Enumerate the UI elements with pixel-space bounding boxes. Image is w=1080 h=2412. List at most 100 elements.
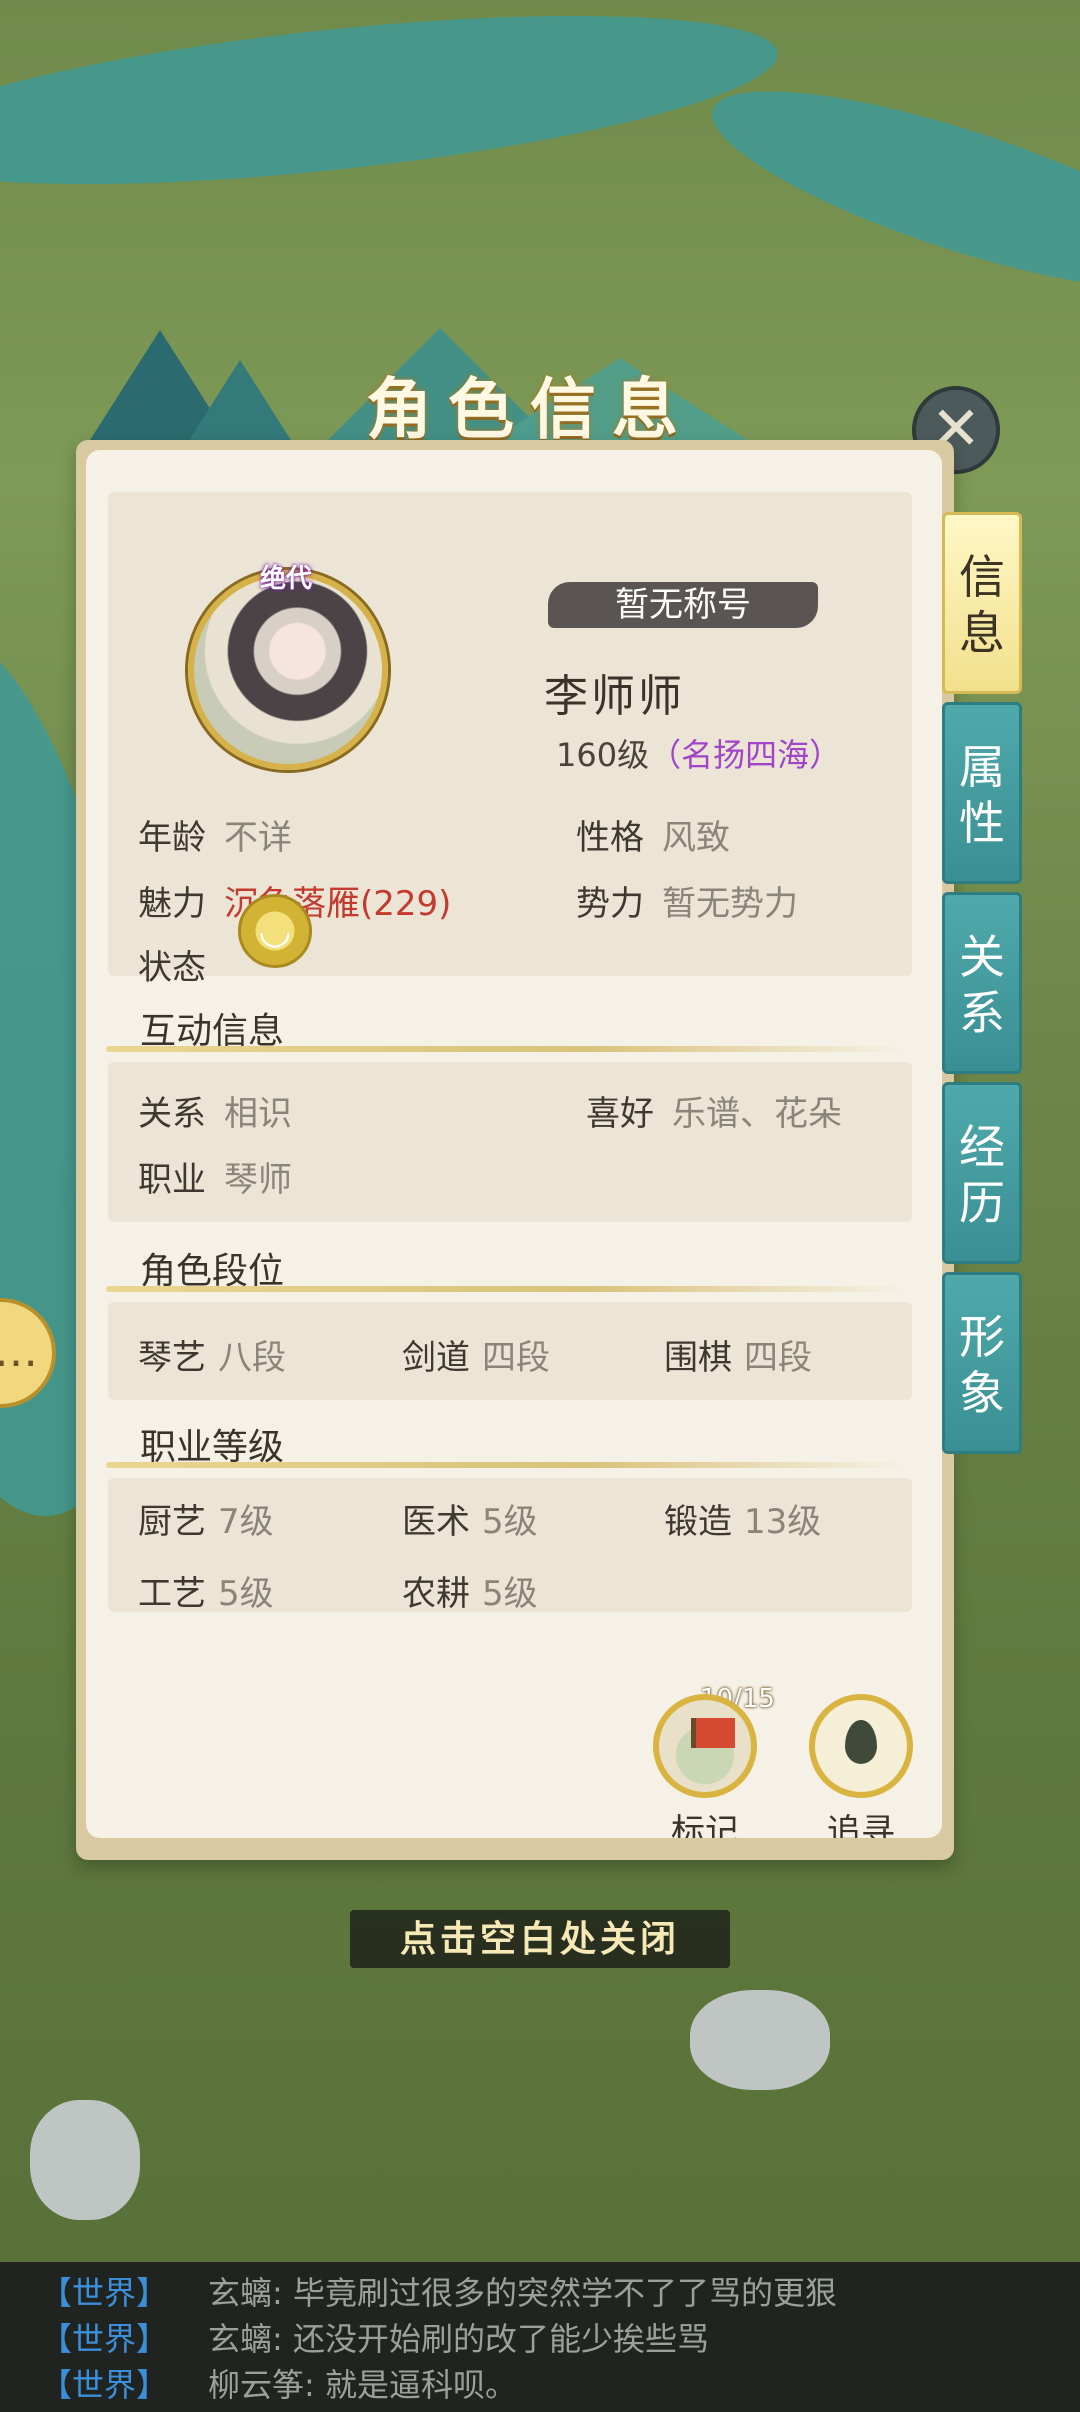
chat-message: 【世界】 玄螭: 毕竟刷过很多的突然学不了了骂的更狠 xyxy=(40,2270,1080,2316)
skills-card: 厨艺 7级 医术 5级 锻造 13级 工艺 5级 农耕 5级 xyxy=(108,1478,912,1615)
attr-age: 年龄 不详 xyxy=(138,810,292,859)
location-pin-icon xyxy=(809,1694,913,1798)
chat-message: 【世界】 柳云筝: 就是逼科呗。 xyxy=(40,2362,1080,2408)
skill-item: 锻造 13级 xyxy=(664,1494,821,1543)
rank-value: 八段 xyxy=(218,1338,286,1378)
fame-label: （名扬四海） xyxy=(649,736,842,774)
attr-key: 魅力 xyxy=(138,884,206,924)
attr-value: 风致 xyxy=(662,818,730,858)
tab-label: 性 xyxy=(959,796,1005,850)
interaction-card: 关系 相识 喜好 乐谱、花朵 职业 琴师 xyxy=(108,1062,912,1222)
attr-value: 不详 xyxy=(224,818,292,858)
tab-label: 信 xyxy=(959,550,1005,604)
interaction-likes: 喜好 乐谱、花朵 xyxy=(586,1086,842,1135)
tab-label: 经 xyxy=(959,1120,1005,1174)
rank-item: 琴艺 八段 xyxy=(138,1330,286,1379)
chat-channel: 【世界】 xyxy=(40,2366,169,2404)
tab-label: 息 xyxy=(959,606,1005,660)
character-level: 160级（名扬四海） xyxy=(556,730,841,776)
rank-value: 四段 xyxy=(744,1338,812,1378)
info-key: 关系 xyxy=(138,1094,206,1134)
dialog-header: 角色信息 xyxy=(300,318,760,448)
skill-item: 工艺 5级 xyxy=(138,1566,274,1615)
track-button[interactable]: 追寻 xyxy=(786,1694,936,1838)
section-divider xyxy=(106,1046,906,1052)
attr-faction: 势力 暂无势力 xyxy=(576,876,798,925)
track-label: 追寻 xyxy=(827,1812,895,1838)
tab-attributes[interactable]: 属性 xyxy=(942,702,1022,884)
chat-text: : 就是逼科呗。 xyxy=(304,2366,517,2404)
ranks-card: 琴艺 八段 剑道 四段 围棋 四段 xyxy=(108,1302,912,1400)
chat-text: : 还没开始刷的改了能少挨些骂 xyxy=(272,2320,709,2358)
character-name: 李师师 xyxy=(544,671,685,722)
info-value: 相识 xyxy=(224,1094,292,1134)
skill-key: 工艺 xyxy=(138,1574,206,1614)
skill-value: 5级 xyxy=(482,1502,538,1542)
chat-channel: 【世界】 xyxy=(40,2274,169,2312)
mark-label: 标记 xyxy=(671,1812,739,1838)
world-chat-bar[interactable]: 【世界】 玄螭: 毕竟刷过很多的突然学不了了骂的更狠 【世界】 玄螭: 还没开始刷的… xyxy=(0,2262,1080,2412)
rank-item: 围棋 四段 xyxy=(664,1330,812,1379)
tab-label: 系 xyxy=(959,986,1005,1040)
skill-value: 5级 xyxy=(482,1574,538,1614)
attr-key: 性格 xyxy=(576,818,644,858)
skill-key: 锻造 xyxy=(664,1502,732,1542)
skill-item: 医术 5级 xyxy=(402,1494,538,1543)
skill-key: 农耕 xyxy=(402,1574,470,1614)
tab-info[interactable]: 信息 xyxy=(942,512,1022,694)
chat-text: : 毕竟刷过很多的突然学不了了骂的更狠 xyxy=(272,2274,837,2312)
section-divider xyxy=(106,1462,906,1468)
section-divider xyxy=(106,1286,906,1292)
skill-key: 医术 xyxy=(402,1502,470,1542)
avatar[interactable] xyxy=(188,570,388,770)
tab-label: 形 xyxy=(959,1310,1005,1364)
rank-item: 剑道 四段 xyxy=(402,1330,550,1379)
tab-label: 关 xyxy=(959,930,1005,984)
chat-sender: 柳云筝 xyxy=(208,2366,305,2404)
info-key: 喜好 xyxy=(586,1094,654,1134)
river xyxy=(694,52,1080,328)
chat-sender: 玄螭 xyxy=(208,2320,273,2358)
tab-history[interactable]: 经历 xyxy=(942,1082,1022,1264)
info-key: 职业 xyxy=(138,1160,206,1200)
rank-key: 琴艺 xyxy=(138,1338,206,1378)
attr-key: 势力 xyxy=(576,884,644,924)
tab-label: 属 xyxy=(959,740,1005,794)
level-value: 160级 xyxy=(556,736,650,774)
character-info-panel: 绝代 暂无称号 李师师 160级（名扬四海） 年龄 不详 性格 风致 魅力 沉鱼落雁(… xyxy=(86,450,942,1838)
interaction-job: 职业 琴师 xyxy=(138,1152,292,1201)
skill-key: 厨艺 xyxy=(138,1502,206,1542)
rock xyxy=(690,1990,830,2090)
info-value: 琴师 xyxy=(224,1160,292,1200)
skill-value: 7级 xyxy=(218,1502,274,1542)
attr-value: 暂无势力 xyxy=(662,884,798,924)
chat-channel: 【世界】 xyxy=(40,2320,169,2358)
chat-sender: 玄螭 xyxy=(208,2274,273,2312)
chat-message: 【世界】 玄螭: 还没开始刷的改了能少挨些骂 xyxy=(40,2316,1080,2362)
rank-value: 四段 xyxy=(482,1338,550,1378)
skill-item: 农耕 5级 xyxy=(402,1566,538,1615)
avatar-container: 绝代 xyxy=(188,564,388,770)
mark-button[interactable]: 标记 xyxy=(630,1694,780,1838)
flag-icon xyxy=(653,1694,757,1798)
skill-value: 13级 xyxy=(744,1502,822,1542)
dialog-title: 角色信息 xyxy=(366,370,694,448)
attr-personality: 性格 风致 xyxy=(576,810,730,859)
bowl-icon[interactable]: ◡ xyxy=(238,894,312,968)
skill-value: 5级 xyxy=(218,1574,274,1614)
tab-appearance[interactable]: 形象 xyxy=(942,1272,1022,1454)
interaction-relation: 关系 相识 xyxy=(138,1086,292,1135)
attr-key: 年龄 xyxy=(138,818,206,858)
grade-badge: 绝代 xyxy=(260,564,313,594)
tab-label: 历 xyxy=(959,1176,1005,1230)
river xyxy=(0,0,785,217)
tab-label: 象 xyxy=(959,1366,1005,1420)
rank-key: 围棋 xyxy=(664,1338,732,1378)
profile-card: 绝代 暂无称号 李师师 160级（名扬四海） 年龄 不详 性格 风致 魅力 沉鱼落雁(… xyxy=(108,492,912,988)
title-badge: 暂无称号 xyxy=(548,582,818,628)
status-label: 状态 xyxy=(138,948,206,988)
close-hint[interactable]: 点击空白处关闭 xyxy=(350,1910,730,1968)
tab-relations[interactable]: 关系 xyxy=(942,892,1022,1074)
info-value: 乐谱、花朵 xyxy=(672,1094,842,1134)
rock xyxy=(30,2100,140,2220)
